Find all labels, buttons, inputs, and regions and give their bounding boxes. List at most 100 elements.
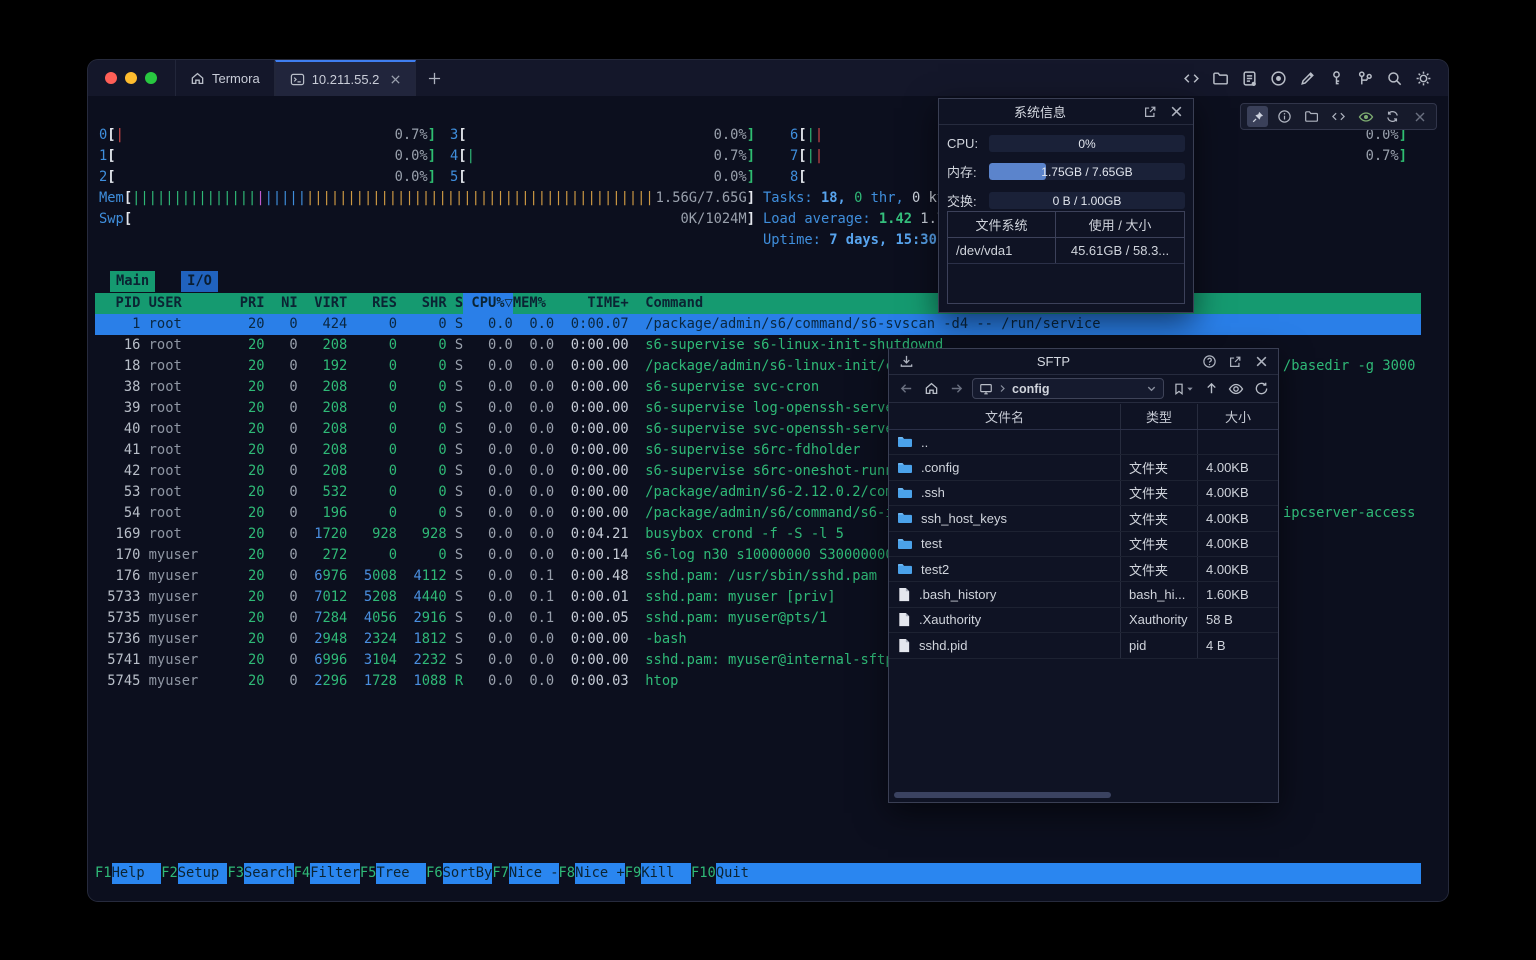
file-row-sshd.pid[interactable]: sshd.pidpid4 B: [889, 633, 1278, 658]
edit-icon[interactable]: [1298, 69, 1316, 87]
bookmark-icon[interactable]: [1171, 380, 1195, 398]
file-row-ssh_host_keys[interactable]: ssh_host_keys文件夹4.00KB: [889, 506, 1278, 531]
pin-icon[interactable]: [1247, 106, 1268, 127]
fkey-label-F10[interactable]: Quit: [716, 863, 766, 884]
info-icon[interactable]: [1274, 106, 1295, 127]
file-size: 4.00KB: [1198, 506, 1278, 530]
minimize-window-button[interactable]: [125, 72, 137, 84]
code-icon[interactable]: [1328, 106, 1349, 127]
fkey-label-F1[interactable]: Help: [112, 863, 162, 884]
folder-icon[interactable]: [1211, 69, 1229, 87]
close-icon[interactable]: [1409, 106, 1430, 127]
fkey-label-F4[interactable]: Filter: [310, 863, 360, 884]
fkey-F8[interactable]: F8: [559, 863, 576, 884]
fkey-F5[interactable]: F5: [360, 863, 377, 884]
key-icon[interactable]: [1327, 69, 1345, 87]
keychain-icon[interactable]: [1356, 69, 1374, 87]
mem-bar: ||||||||||||||||||||||||||||||||||||||||…: [132, 188, 656, 209]
file-table-header[interactable]: 文件名 类型 大小: [889, 404, 1278, 430]
fkey-label-F8[interactable]: Nice +: [575, 863, 625, 884]
memory-progressbar: 1.75GB / 7.65GB: [989, 163, 1185, 180]
code-icon[interactable]: [1182, 69, 1200, 87]
new-tab-button[interactable]: [416, 60, 453, 96]
settings-icon[interactable]: [1414, 69, 1432, 87]
fkey-F4[interactable]: F4: [294, 863, 311, 884]
file-size: 4.00KB: [1198, 481, 1278, 505]
file-size: 4 B: [1198, 633, 1278, 657]
sysinfo-titlebar: 系统信息: [939, 99, 1193, 125]
horizontal-scrollbar[interactable]: [889, 791, 1278, 799]
fkey-F10[interactable]: F10: [691, 863, 716, 884]
folder-icon: [897, 460, 913, 476]
fkey-F7[interactable]: F7: [492, 863, 509, 884]
file-row-..[interactable]: ..: [889, 430, 1278, 455]
open-in-window-icon[interactable]: [1141, 103, 1159, 121]
file-name: .ssh: [921, 485, 945, 500]
tab-termora-home[interactable]: Termora: [175, 60, 275, 96]
filesystem-row[interactable]: /dev/vda1 45.61GB / 58.3...: [948, 238, 1184, 264]
folder-icon[interactable]: [1301, 106, 1322, 127]
fkey-label-F6[interactable]: SortBy: [443, 863, 493, 884]
file-row-test[interactable]: test文件夹4.00KB: [889, 532, 1278, 557]
sftp-panel: SFTP config 文件名 类型 大小: [888, 348, 1279, 803]
tab-close-icon[interactable]: [390, 74, 401, 85]
fkey-F3[interactable]: F3: [227, 863, 244, 884]
file-type: bash_hi...: [1121, 582, 1198, 606]
fkey-label-F7[interactable]: Nice -: [509, 863, 559, 884]
file-type: Xauthority: [1121, 608, 1198, 632]
path-segment[interactable]: config: [1012, 382, 1050, 396]
memory-label: 内存:: [947, 162, 989, 181]
show-hidden-eye-icon[interactable]: [1227, 380, 1245, 398]
scrollbar-thumb[interactable]: [894, 792, 1111, 798]
search-icon[interactable]: [1385, 69, 1403, 87]
process-table-header[interactable]: PID USERPRINIVIRTRESSHRSCPU%▽MEM%TIME+Co…: [95, 293, 1421, 314]
file-icon: [897, 638, 911, 653]
download-icon[interactable]: [897, 353, 915, 371]
close-window-button[interactable]: [105, 72, 117, 84]
function-key-bar: F1HelpF2SetupF3SearchF4FilterF5TreeF6Sor…: [95, 863, 1421, 884]
fkey-label-F5[interactable]: Tree: [376, 863, 426, 884]
close-icon[interactable]: [1167, 103, 1185, 121]
file-type: 文件夹: [1121, 557, 1198, 581]
file-row-.ssh[interactable]: .ssh文件夹4.00KB: [889, 481, 1278, 506]
sync-icon[interactable]: [1382, 106, 1403, 127]
htop-tab-io[interactable]: I/O: [181, 271, 218, 292]
fkey-F9[interactable]: F9: [625, 863, 642, 884]
fkey-label-F3[interactable]: Search: [244, 863, 294, 884]
home-icon[interactable]: [922, 380, 940, 398]
cpu-meter-4: 4[|0.7%]: [450, 146, 755, 167]
fkey-F6[interactable]: F6: [426, 863, 443, 884]
htop-tab-main[interactable]: Main: [110, 271, 155, 292]
eye-gpu-icon[interactable]: [1355, 106, 1376, 127]
file-row-.Xauthority[interactable]: .XauthorityXauthority58 B: [889, 608, 1278, 633]
tab-session[interactable]: 10.211.55.2: [275, 60, 417, 96]
fkey-F2[interactable]: F2: [161, 863, 178, 884]
process-row-1[interactable]: 1 root20042400S0.00.00:00.07/package/adm…: [95, 314, 1421, 335]
fkey-label-F2[interactable]: Setup: [178, 863, 228, 884]
path-breadcrumb[interactable]: config: [972, 378, 1164, 399]
sysinfo-cpu-row: CPU: 0%: [939, 135, 1193, 152]
file-name: .Xauthority: [919, 612, 981, 627]
record-icon[interactable]: [1269, 69, 1287, 87]
folder-icon: [897, 485, 913, 501]
file-icon: [897, 587, 911, 602]
folder-icon: [897, 510, 913, 526]
forward-icon[interactable]: [947, 380, 965, 398]
file-size: 4.00KB: [1198, 557, 1278, 581]
open-in-window-icon[interactable]: [1226, 353, 1244, 371]
log-file-icon[interactable]: [1240, 69, 1258, 87]
fkey-label-F9[interactable]: Kill: [641, 863, 691, 884]
titlebar: Termora 10.211.55.2: [88, 60, 1448, 96]
help-icon[interactable]: [1200, 353, 1218, 371]
fkey-F1[interactable]: F1: [95, 863, 112, 884]
parent-directory-icon[interactable]: [1202, 380, 1220, 398]
file-row-.config[interactable]: .config文件夹4.00KB: [889, 455, 1278, 480]
file-row-test2[interactable]: test2文件夹4.00KB: [889, 557, 1278, 582]
close-icon[interactable]: [1252, 353, 1270, 371]
zoom-window-button[interactable]: [145, 72, 157, 84]
file-row-.bash_history[interactable]: .bash_historybash_hi...1.60KB: [889, 582, 1278, 607]
refresh-icon[interactable]: [1252, 380, 1270, 398]
back-icon[interactable]: [897, 380, 915, 398]
home-icon: [190, 71, 205, 86]
file-size: 4.00KB: [1198, 532, 1278, 556]
